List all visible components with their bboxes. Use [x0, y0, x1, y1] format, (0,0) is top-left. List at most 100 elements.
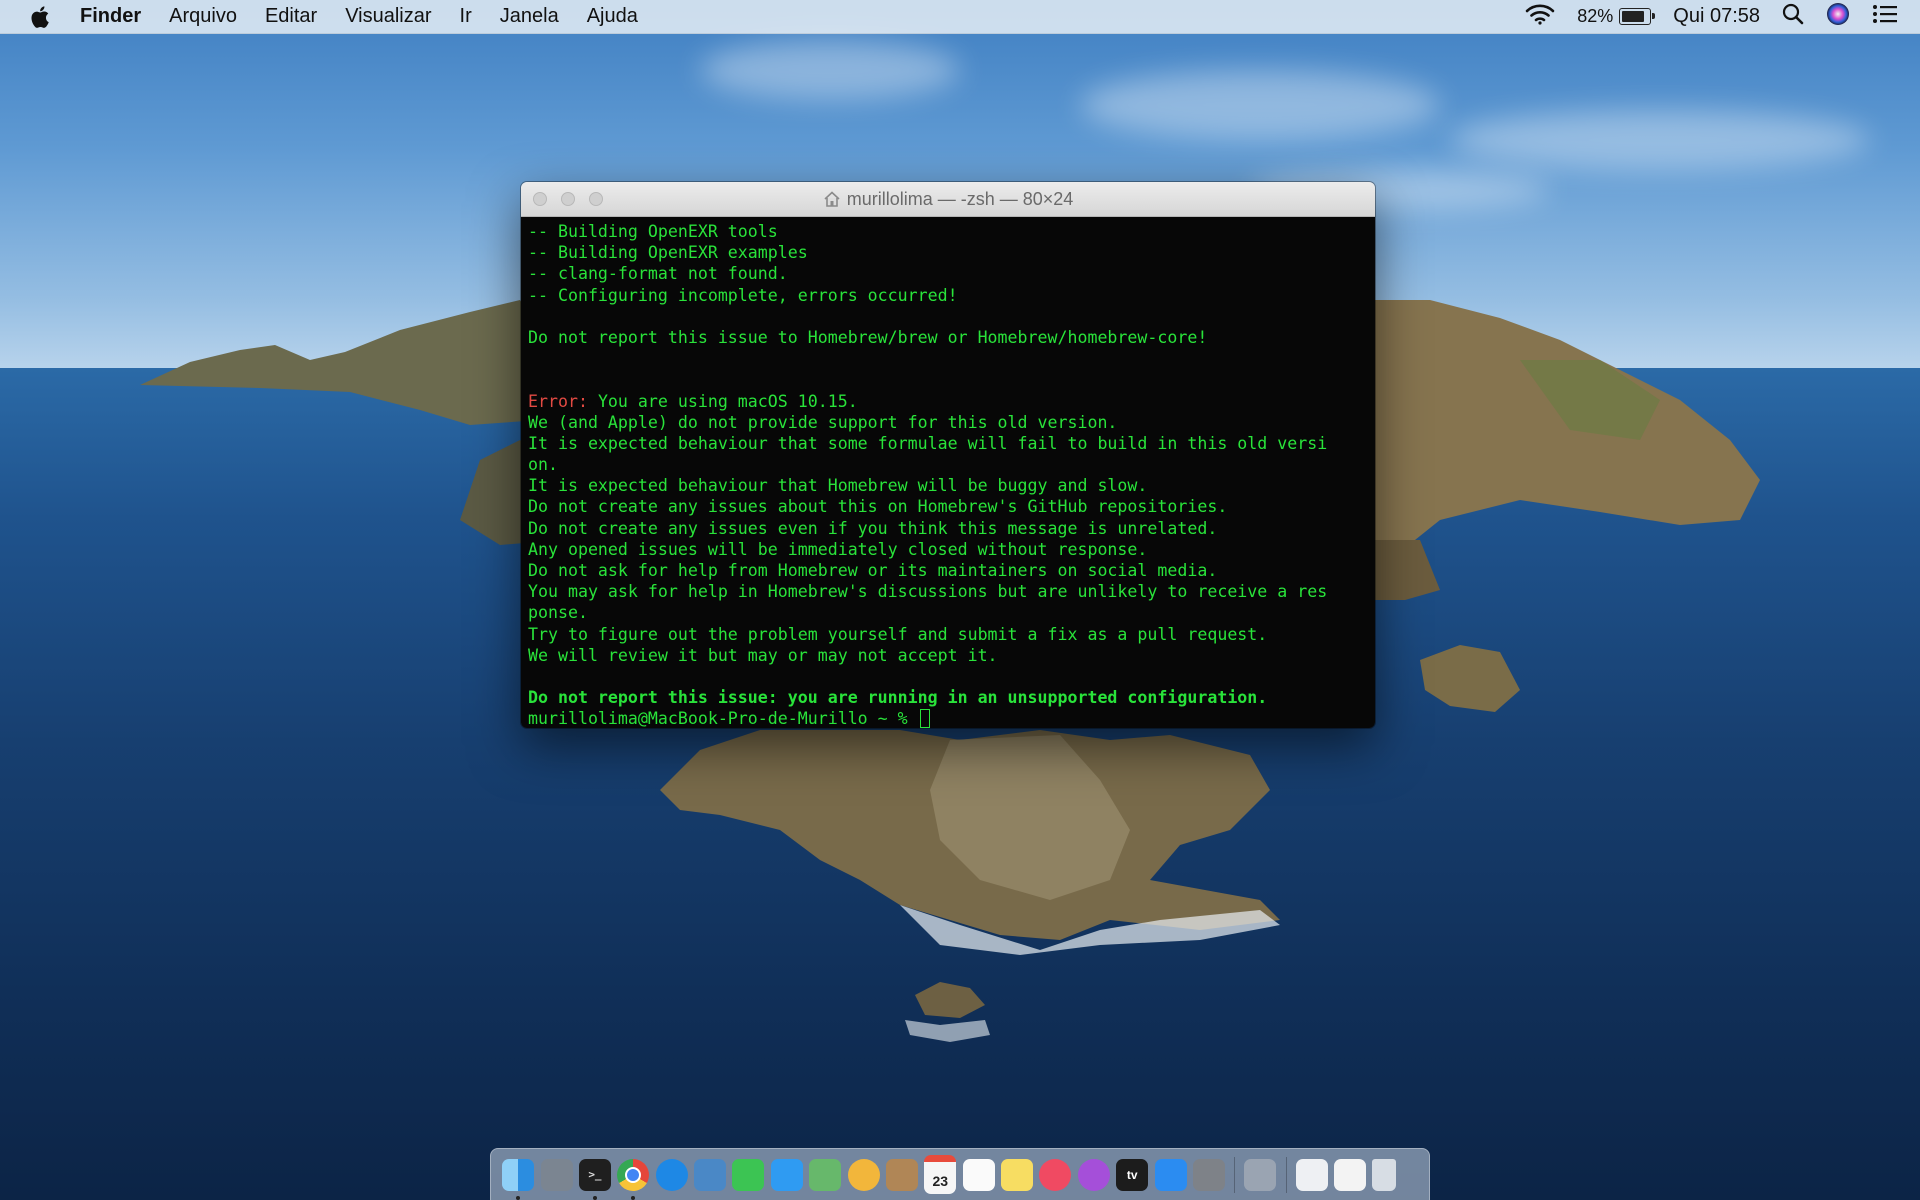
terminal-line-text: Do not ask for help from Homebrew or its…	[528, 561, 1218, 580]
terminal-line-text: -- Building OpenEXR tools	[528, 222, 778, 241]
terminal-line: We will review it but may or may not acc…	[528, 645, 1375, 666]
music-icon[interactable]	[1039, 1158, 1072, 1191]
terminal-prompt-line: murillolima@MacBook-Pro-de-Murillo ~ %	[528, 708, 1375, 728]
menu-ir[interactable]: Ir	[460, 5, 472, 28]
terminal-titlebar[interactable]: murillolima — -zsh — 80×24	[521, 182, 1375, 217]
terminal-output[interactable]: -- Building OpenEXR tools -- Building Ope…	[521, 217, 1375, 728]
menu-editar[interactable]: Editar	[265, 5, 317, 28]
messages-icon[interactable]	[770, 1158, 803, 1191]
terminal-line-text: Any opened issues will be immediately cl…	[528, 539, 1148, 559]
terminal-cursor	[919, 709, 930, 728]
terminal-line-text: -- Configuring incomplete, errors occurr…	[528, 285, 958, 305]
dock-separator	[1285, 1156, 1287, 1193]
tv-label: tv	[1126, 1167, 1138, 1182]
spotlight-search-icon[interactable]	[1782, 3, 1804, 31]
terminal-line-text: ponse.	[528, 603, 588, 623]
terminal-line-text: We will review it but may or may not acc…	[528, 645, 998, 665]
terminal-line: Do not report this issue to Homebrew/bre…	[528, 327, 1375, 348]
photos-icon[interactable]	[847, 1158, 880, 1191]
document-icon[interactable]	[1295, 1158, 1328, 1191]
terminal-line-text: Do not create any issues about this on H…	[528, 497, 1228, 517]
tv-icon[interactable]: tv	[1116, 1158, 1149, 1191]
terminal-line-text: You are using macOS 10.15.	[587, 391, 858, 411]
podcasts-icon[interactable]	[1077, 1158, 1110, 1191]
menu-bar: Finder Arquivo Editar Visualizar Ir Jane…	[0, 0, 1920, 34]
zoom-window-button[interactable]	[589, 192, 603, 206]
siri-icon[interactable]	[1826, 2, 1850, 32]
terminal-line-text: Do not report this issue to Homebrew/bre…	[528, 327, 1208, 347]
battery-percentage[interactable]: 82%	[1577, 6, 1613, 27]
terminal-title: murillolima — -zsh — 80×24	[823, 188, 1074, 210]
battery-icon[interactable]	[1619, 8, 1656, 25]
apple-menu-icon[interactable]	[30, 5, 52, 29]
system-preferences-icon[interactable]	[1192, 1158, 1225, 1191]
terminal-line: -- Building OpenEXR examples	[528, 242, 1375, 263]
menu-app-name[interactable]: Finder	[80, 5, 141, 28]
terminal-line: -- Configuring incomplete, errors occurr…	[528, 285, 1375, 306]
notes-icon[interactable]	[1001, 1158, 1034, 1191]
launchpad-icon[interactable]	[540, 1158, 573, 1191]
terminal-line-text: Do not create any issues even if you thi…	[528, 518, 1218, 538]
terminal-line: ponse.	[528, 602, 1375, 623]
terminal-line-text: on.	[528, 455, 558, 475]
calendar-icon[interactable]: 23	[924, 1155, 957, 1194]
terminal-line: Do not report this issue: you are runnin…	[528, 687, 1375, 708]
preview-icon[interactable]	[694, 1158, 727, 1191]
terminal-line: Try to figure out the problem yourself a…	[528, 624, 1375, 645]
calendar-day-label: 23	[932, 1173, 949, 1189]
terminal-line: We (and Apple) do not provide support fo…	[528, 412, 1375, 433]
certificate-icon[interactable]	[1334, 1158, 1367, 1191]
terminal-line: Error: You are using macOS 10.15.	[528, 391, 1375, 412]
close-window-button[interactable]	[533, 192, 547, 206]
terminal-glyph: >_	[588, 1168, 602, 1181]
app-store-icon[interactable]	[1154, 1158, 1187, 1191]
terminal-icon[interactable]: >_	[578, 1158, 611, 1200]
terminal-line: It is expected behaviour that some formu…	[528, 433, 1375, 454]
terminal-line: on.	[528, 454, 1375, 475]
minimize-window-button[interactable]	[561, 192, 575, 206]
terminal-line-text: -- clang-format not found.	[528, 264, 788, 284]
terminal-line-text: -- Building OpenEXR examples	[528, 243, 808, 263]
terminal-line: It is expected behaviour that Homebrew w…	[528, 475, 1375, 496]
terminal-line-text: murillolima@MacBook-Pro-de-Murillo ~ %	[528, 709, 918, 728]
dock: >_ 23 tv	[490, 1148, 1430, 1200]
safari-icon[interactable]	[655, 1158, 688, 1191]
terminal-error-label: Error:	[528, 391, 588, 411]
menu-ajuda[interactable]: Ajuda	[587, 5, 638, 28]
terminal-line: You may ask for help in Homebrew's discu…	[528, 581, 1375, 602]
trash-icon[interactable]	[1372, 1158, 1397, 1191]
maps-icon[interactable]	[809, 1158, 842, 1191]
finder-icon[interactable]	[502, 1158, 535, 1200]
utility-app-icon[interactable]	[1244, 1158, 1277, 1191]
terminal-line-text: It is expected behaviour that some formu…	[528, 433, 1328, 453]
terminal-line-text: You may ask for help in Homebrew's discu…	[528, 582, 1328, 602]
menu-arquivo[interactable]: Arquivo	[169, 5, 237, 28]
terminal-line: Do not create any issues about this on H…	[528, 496, 1375, 517]
reminders-icon[interactable]	[962, 1158, 995, 1191]
facetime-icon[interactable]	[732, 1158, 765, 1191]
menu-visualizar[interactable]: Visualizar	[345, 5, 431, 28]
chrome-icon[interactable]	[617, 1158, 650, 1200]
terminal-line-text: Do not report this issue: you are runnin…	[528, 688, 1268, 708]
terminal-window[interactable]: murillolima — -zsh — 80×24 -- Building O…	[521, 182, 1375, 728]
wifi-icon[interactable]	[1525, 3, 1555, 31]
terminal-line-text: It is expected behaviour that Homebrew w…	[528, 476, 1148, 496]
terminal-line: Do not create any issues even if you thi…	[528, 518, 1375, 539]
menu-janela[interactable]: Janela	[500, 5, 559, 28]
terminal-title-text: murillolima — -zsh — 80×24	[846, 188, 1074, 209]
dock-separator	[1234, 1156, 1236, 1193]
menu-clock[interactable]: Qui 07:58	[1673, 5, 1760, 28]
contacts-icon[interactable]	[885, 1158, 918, 1191]
terminal-line: -- Building OpenEXR tools	[528, 221, 1375, 242]
terminal-line-text: We (and Apple) do not provide support fo…	[528, 412, 1118, 432]
home-folder-icon	[824, 191, 840, 207]
notification-center-icon[interactable]	[1872, 4, 1898, 30]
terminal-line-text: Try to figure out the problem yourself a…	[528, 624, 1268, 644]
terminal-line: -- clang-format not found.	[528, 263, 1375, 284]
terminal-line: Any opened issues will be immediately cl…	[528, 539, 1375, 560]
terminal-line: Do not ask for help from Homebrew or its…	[528, 560, 1375, 581]
